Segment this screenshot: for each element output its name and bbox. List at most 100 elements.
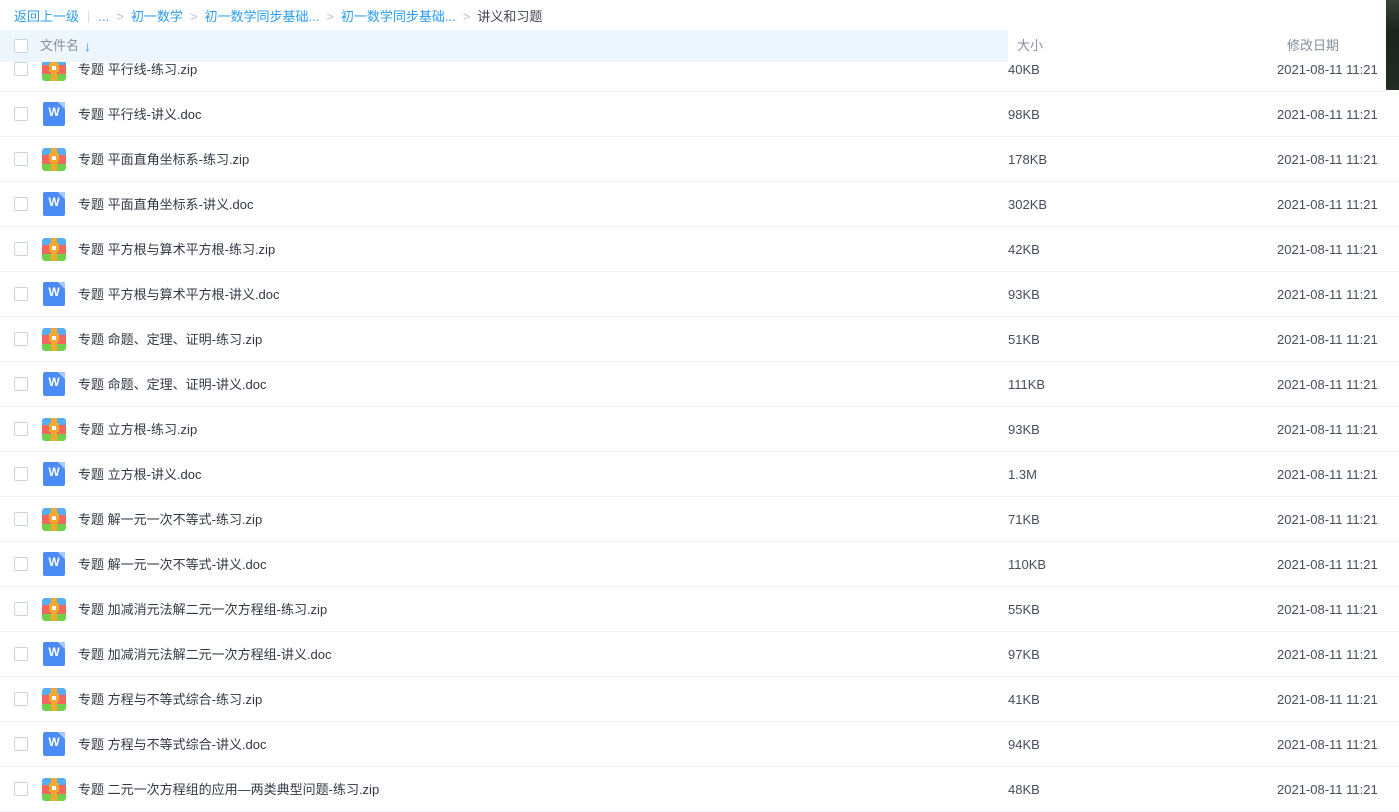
file-name-link[interactable]: 专题 命题、定理、证明-练习.zip (78, 317, 262, 362)
back-link[interactable]: 返回上一级 (14, 6, 79, 25)
file-modified-date: 2021-08-11 11:21 (1277, 587, 1378, 632)
row-checkbox[interactable] (14, 152, 28, 166)
breadcrumb-separator-icon: > (116, 9, 124, 24)
table-row[interactable]: 专题 方程与不等式综合-练习.zip 41KB 2021-08-11 11:21 (0, 677, 1399, 722)
breadcrumb-items: ...>初一数学>初一数学同步基础...>初一数学同步基础...>讲义和习题 (98, 6, 542, 25)
breadcrumb-separator-icon: > (190, 9, 198, 24)
file-name-link[interactable]: 专题 平行线-讲义.doc (78, 92, 202, 137)
column-header-filename[interactable]: 文件名 (40, 30, 79, 62)
table-row[interactable]: 专题 加减消元法解二元一次方程组-练习.zip 55KB 2021-08-11 … (0, 587, 1399, 632)
row-checkbox[interactable] (14, 287, 28, 301)
file-size: 178KB (1008, 137, 1047, 182)
zip-archive-icon (42, 148, 66, 171)
row-checkbox[interactable] (14, 197, 28, 211)
row-checkbox[interactable] (14, 242, 28, 256)
file-name-link[interactable]: 专题 加减消元法解二元一次方程组-讲义.doc (78, 632, 332, 677)
table-row[interactable]: W 专题 立方根-讲义.doc 1.3M 2021-08-11 11:21 (0, 452, 1399, 497)
file-size: 51KB (1008, 317, 1040, 362)
file-name-link[interactable]: 专题 命题、定理、证明-讲义.doc (78, 362, 267, 407)
breadcrumb-link[interactable]: 初一数学同步基础... (341, 9, 456, 24)
row-checkbox[interactable] (14, 557, 28, 571)
breadcrumb-current: 讲义和习题 (477, 9, 542, 24)
file-list: 专题 平行线-练习.zip 40KB 2021-08-11 11:21 W 专题… (0, 47, 1399, 812)
row-checkbox[interactable] (14, 107, 28, 121)
file-modified-date: 2021-08-11 11:21 (1277, 362, 1378, 407)
zip-archive-icon (42, 598, 66, 621)
file-size: 93KB (1008, 272, 1040, 317)
zip-archive-icon (42, 328, 66, 351)
file-modified-date: 2021-08-11 11:21 (1277, 542, 1378, 587)
file-modified-date: 2021-08-11 11:21 (1277, 227, 1378, 272)
word-doc-icon: W (43, 462, 65, 486)
filename-header-highlight (0, 30, 1008, 62)
table-row[interactable]: 专题 立方根-练习.zip 93KB 2021-08-11 11:21 (0, 407, 1399, 452)
breadcrumb-link[interactable]: ... (98, 9, 109, 24)
zip-archive-icon (42, 688, 66, 711)
mini-player-edge[interactable] (1383, 0, 1399, 93)
table-row[interactable]: 专题 解一元一次不等式-练习.zip 71KB 2021-08-11 11:21 (0, 497, 1399, 542)
breadcrumb-separator-icon: > (326, 9, 334, 24)
row-checkbox[interactable] (14, 377, 28, 391)
table-row[interactable]: 专题 平方根与算术平方根-练习.zip 42KB 2021-08-11 11:2… (0, 227, 1399, 272)
file-name-link[interactable]: 专题 加减消元法解二元一次方程组-练习.zip (78, 587, 327, 632)
file-modified-date: 2021-08-11 11:21 (1277, 632, 1378, 677)
file-name-link[interactable]: 专题 平面直角坐标系-讲义.doc (78, 182, 254, 227)
file-name-link[interactable]: 专题 立方根-讲义.doc (78, 452, 202, 497)
row-checkbox[interactable] (14, 467, 28, 481)
file-name-link[interactable]: 专题 平面直角坐标系-练习.zip (78, 137, 249, 182)
file-modified-date: 2021-08-11 11:21 (1277, 182, 1378, 227)
breadcrumb-link[interactable]: 初一数学 (131, 9, 183, 24)
file-name-link[interactable]: 专题 平方根与算术平方根-讲义.doc (78, 272, 280, 317)
breadcrumb: 返回上一级 | ... > 初一数学 > 初一数学同步基础... > 初一数学同步基础...… (0, 0, 1399, 30)
file-name-link[interactable]: 专题 二元一次方程组的应用—两类典型问题-练习.zip (78, 767, 379, 812)
table-row[interactable]: W 专题 加减消元法解二元一次方程组-讲义.doc 97KB 2021-08-1… (0, 632, 1399, 677)
file-size: 1.3M (1008, 452, 1037, 497)
file-size: 302KB (1008, 182, 1047, 227)
row-checkbox[interactable] (14, 62, 28, 76)
file-name-link[interactable]: 专题 平方根与算术平方根-练习.zip (78, 227, 275, 272)
file-modified-date: 2021-08-11 11:21 (1277, 677, 1378, 722)
breadcrumb-pipe-separator: | (87, 8, 90, 23)
file-modified-date: 2021-08-11 11:21 (1277, 137, 1378, 182)
word-doc-icon: W (43, 282, 65, 306)
column-header-size[interactable]: 大小 (1017, 30, 1043, 62)
file-size: 94KB (1008, 722, 1040, 767)
row-checkbox[interactable] (14, 602, 28, 616)
file-size: 41KB (1008, 677, 1040, 722)
row-checkbox[interactable] (14, 647, 28, 661)
file-size: 93KB (1008, 407, 1040, 452)
table-row[interactable]: 专题 二元一次方程组的应用—两类典型问题-练习.zip 48KB 2021-08… (0, 767, 1399, 812)
row-checkbox[interactable] (14, 692, 28, 706)
word-doc-icon: W (43, 372, 65, 396)
file-size: 42KB (1008, 227, 1040, 272)
row-checkbox[interactable] (14, 737, 28, 751)
file-name-link[interactable]: 专题 方程与不等式综合-练习.zip (78, 677, 262, 722)
file-name-link[interactable]: 专题 解一元一次不等式-讲义.doc (78, 542, 267, 587)
table-row[interactable]: 专题 平面直角坐标系-练习.zip 178KB 2021-08-11 11:21 (0, 137, 1399, 182)
table-row[interactable]: W 专题 方程与不等式综合-讲义.doc 94KB 2021-08-11 11:… (0, 722, 1399, 767)
word-doc-icon: W (43, 192, 65, 216)
zip-archive-icon (42, 508, 66, 531)
row-checkbox[interactable] (14, 422, 28, 436)
table-row[interactable]: W 专题 平行线-讲义.doc 98KB 2021-08-11 11:21 (0, 92, 1399, 137)
table-row[interactable]: W 专题 平面直角坐标系-讲义.doc 302KB 2021-08-11 11:… (0, 182, 1399, 227)
table-row[interactable]: 专题 命题、定理、证明-练习.zip 51KB 2021-08-11 11:21 (0, 317, 1399, 362)
sort-descending-icon[interactable]: ↓ (84, 30, 91, 62)
zip-archive-icon (42, 238, 66, 261)
file-modified-date: 2021-08-11 11:21 (1277, 407, 1378, 452)
file-name-link[interactable]: 专题 方程与不等式综合-讲义.doc (78, 722, 267, 767)
file-size: 97KB (1008, 632, 1040, 677)
table-row[interactable]: W 专题 命题、定理、证明-讲义.doc 111KB 2021-08-11 11… (0, 362, 1399, 407)
file-modified-date: 2021-08-11 11:21 (1277, 317, 1378, 362)
row-checkbox[interactable] (14, 332, 28, 346)
zip-archive-icon (42, 778, 66, 801)
table-row[interactable]: W 专题 解一元一次不等式-讲义.doc 110KB 2021-08-11 11… (0, 542, 1399, 587)
column-header-modified-date[interactable]: 修改日期 (1287, 30, 1339, 62)
row-checkbox[interactable] (14, 782, 28, 796)
table-row[interactable]: W 专题 平方根与算术平方根-讲义.doc 93KB 2021-08-11 11… (0, 272, 1399, 317)
row-checkbox[interactable] (14, 512, 28, 526)
file-name-link[interactable]: 专题 立方根-练习.zip (78, 407, 197, 452)
select-all-checkbox[interactable] (14, 39, 28, 53)
breadcrumb-link[interactable]: 初一数学同步基础... (204, 9, 319, 24)
file-name-link[interactable]: 专题 解一元一次不等式-练习.zip (78, 497, 262, 542)
